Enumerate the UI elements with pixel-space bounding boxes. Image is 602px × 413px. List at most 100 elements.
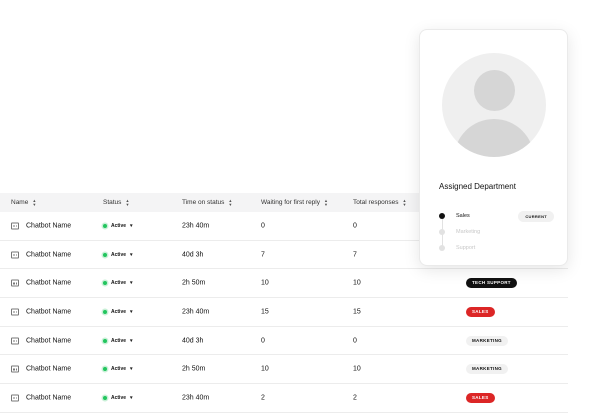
department-cell: SALES xyxy=(466,392,495,403)
status-dropdown[interactable]: Active ▾ xyxy=(103,252,133,258)
time-on-status: 23h 40m xyxy=(182,394,210,402)
chatbot-name[interactable]: Chatbot Name xyxy=(26,308,71,315)
waiting-first-reply: 15 xyxy=(261,308,269,316)
status-dot-icon xyxy=(103,338,107,343)
table-row[interactable]: Chatbot Name Active ▾ 2h 50m 10 10 MARKE… xyxy=(0,355,568,385)
header-time[interactable]: Time on status ▲ ▼ xyxy=(182,199,232,206)
time-on-status: 40d 3h xyxy=(182,251,204,259)
waiting-first-reply: 2 xyxy=(261,394,265,402)
name-cell: Chatbot Name xyxy=(11,365,71,373)
department-cell: MARKETING xyxy=(466,335,508,346)
status-label: Active xyxy=(111,251,127,258)
timeline-item[interactable]: Support xyxy=(439,240,554,256)
sort-icon[interactable]: ▲ ▼ xyxy=(32,199,36,206)
chevron-down-icon[interactable]: ▾ xyxy=(130,338,133,344)
chatbot-icon xyxy=(11,222,19,230)
time-on-status: 23h 40m xyxy=(182,222,210,230)
header-waiting[interactable]: Waiting for first reply ▲ ▼ xyxy=(261,199,328,206)
status-dot-icon xyxy=(103,367,107,372)
table-row[interactable]: Chatbot Name Active ▾ 23h 40m 2 2 SALES xyxy=(0,384,568,413)
chatbot-icon xyxy=(11,337,19,345)
department-cell: TECH SUPPORT xyxy=(466,278,517,289)
total-responses: 10 xyxy=(353,365,361,373)
status-dot-icon xyxy=(103,309,107,314)
chevron-down-icon[interactable]: ▾ xyxy=(130,366,133,372)
header-waiting-label: Waiting for first reply xyxy=(261,199,320,206)
waiting-first-reply: 0 xyxy=(261,337,265,345)
avatar-body-shape xyxy=(454,119,534,157)
department-badge: TECH SUPPORT xyxy=(466,278,517,289)
time-on-status: 40d 3h xyxy=(182,337,204,345)
chevron-down-icon[interactable]: ▾ xyxy=(130,309,133,315)
header-total-label: Total responses xyxy=(353,199,399,206)
sort-icon[interactable]: ▲ ▼ xyxy=(125,199,129,206)
status-dropdown[interactable]: Active ▾ xyxy=(103,309,133,315)
chatbot-name[interactable]: Chatbot Name xyxy=(26,366,71,373)
table-row[interactable]: Chatbot Name Active ▾ 2h 50m 10 10 TECH … xyxy=(0,269,568,299)
timeline-label: Marketing xyxy=(456,229,481,235)
sort-icon[interactable]: ▲ ▼ xyxy=(324,199,328,206)
header-status-label: Status xyxy=(103,199,122,206)
header-name-label: Name xyxy=(11,199,29,206)
chevron-down-icon[interactable]: ▾ xyxy=(130,223,133,229)
sort-icon[interactable]: ▲ ▼ xyxy=(228,199,232,206)
timeline-item[interactable]: Marketing xyxy=(439,224,554,240)
timeline-label: Sales xyxy=(456,213,470,219)
status-dropdown[interactable]: Active ▾ xyxy=(103,366,133,372)
status-dot-icon xyxy=(103,395,107,400)
chatbot-name[interactable]: Chatbot Name xyxy=(26,394,71,401)
header-total[interactable]: Total responses ▲ ▼ xyxy=(353,199,407,206)
chevron-down-icon[interactable]: ▾ xyxy=(130,252,133,258)
chatbot-name[interactable]: Chatbot Name xyxy=(26,251,71,258)
time-on-status: 2h 50m xyxy=(182,279,206,287)
status-dropdown[interactable]: Active ▾ xyxy=(103,280,133,286)
header-name[interactable]: Name ▲ ▼ xyxy=(11,199,36,206)
name-cell: Chatbot Name xyxy=(11,308,71,316)
status-label: Active xyxy=(111,366,127,373)
chevron-down-icon[interactable]: ▾ xyxy=(130,280,133,286)
chatbot-name[interactable]: Chatbot Name xyxy=(26,337,71,344)
status-dot-icon xyxy=(103,223,107,228)
name-cell: Chatbot Name xyxy=(11,279,71,287)
current-badge: CURRENT xyxy=(518,210,554,222)
chatbot-name[interactable]: Chatbot Name xyxy=(26,222,71,229)
time-on-status: 2h 50m xyxy=(182,365,206,373)
total-responses: 2 xyxy=(353,394,357,402)
avatar xyxy=(442,53,546,157)
status-dropdown[interactable]: Active ▾ xyxy=(103,338,133,344)
chevron-down-icon[interactable]: ▾ xyxy=(130,395,133,401)
status-label: Active xyxy=(111,222,127,229)
header-status[interactable]: Status ▲ ▼ xyxy=(103,199,129,206)
department-popover: Assigned Department Sales CURRENT Market… xyxy=(419,29,568,266)
total-responses: 10 xyxy=(353,279,361,287)
status-label: Active xyxy=(111,337,127,344)
status-dot-icon xyxy=(103,252,107,257)
name-cell: Chatbot Name xyxy=(11,394,71,402)
status-label: Active xyxy=(111,280,127,287)
department-cell: MARKETING xyxy=(466,364,508,375)
chatbot-icon xyxy=(11,251,19,259)
chatbot-name[interactable]: Chatbot Name xyxy=(26,280,71,287)
waiting-first-reply: 0 xyxy=(261,222,265,230)
total-responses: 0 xyxy=(353,337,357,345)
department-cell: SALES xyxy=(466,306,495,317)
waiting-first-reply: 7 xyxy=(261,251,265,259)
status-label: Active xyxy=(111,308,127,315)
name-cell: Chatbot Name xyxy=(11,222,71,230)
name-cell: Chatbot Name xyxy=(11,337,71,345)
department-badge: MARKETING xyxy=(466,364,508,375)
table-row[interactable]: Chatbot Name Active ▾ 23h 40m 15 15 SALE… xyxy=(0,298,568,327)
timeline-dot xyxy=(439,245,445,251)
department-badge: SALES xyxy=(466,306,495,317)
status-dropdown[interactable]: Active ▾ xyxy=(103,223,133,229)
sort-icon[interactable]: ▲ ▼ xyxy=(403,199,407,206)
timeline-dot xyxy=(439,229,445,235)
department-badge: MARKETING xyxy=(466,335,508,346)
timeline-dot xyxy=(439,213,445,219)
status-dropdown[interactable]: Active ▾ xyxy=(103,395,133,401)
table-row[interactable]: Chatbot Name Active ▾ 40d 3h 0 0 MARKETI… xyxy=(0,327,568,356)
status-label: Active xyxy=(111,394,127,401)
card-title: Assigned Department xyxy=(439,182,516,191)
timeline-item[interactable]: Sales CURRENT xyxy=(439,208,554,224)
chatbot-icon xyxy=(11,279,19,287)
